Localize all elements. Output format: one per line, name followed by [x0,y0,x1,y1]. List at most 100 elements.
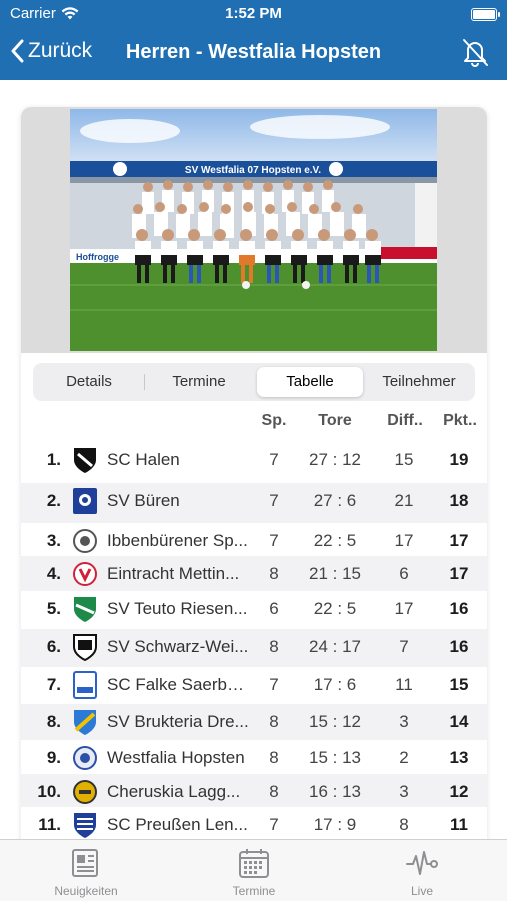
team-name: SV Brukteria Dre... [107,712,249,731]
points: 13 [449,748,469,767]
club-crest-icon [73,562,97,586]
segment-details[interactable]: Details [37,367,141,397]
goals: 15 : 13 [309,748,361,767]
rank: 3. [46,531,61,550]
games-played: 7 [269,531,279,550]
calendar-icon [239,849,269,878]
team-name: SC Halen [107,450,180,469]
team-name: Ibbenbürener Sp... [107,531,248,550]
team-name: Eintracht Mettin... [107,564,240,583]
segment-divider [144,374,145,390]
tab-live[interactable]: Live [362,846,482,898]
points: 16 [449,599,469,618]
points: 11 [450,815,468,834]
club-crest-icon [74,597,96,622]
team-name: Westfalia Hopsten [107,748,245,767]
clock: 1:52 PM [225,5,282,22]
goals: 17 : 6 [313,675,357,694]
bell-off-icon[interactable] [459,36,491,68]
team-name: SC Preußen Len... [107,815,248,834]
goal-difference: 15 [394,450,414,469]
club-crest-icon [73,634,97,661]
table-row[interactable]: 9. Westfalia Hopsten 8 15 : 13 2 13 [21,740,487,774]
points: 16 [449,637,469,656]
games-played: 8 [269,782,279,801]
goal-difference: 2 [399,748,409,767]
games-played: 8 [269,637,279,656]
status-bar: Carrier 1:52 PM [0,0,507,28]
club-crest-icon [74,813,96,838]
goals: 22 : 5 [313,531,357,550]
games-played: 6 [269,599,279,618]
club-crest-icon [73,780,97,804]
ad-board-text: Hoffrogge [76,252,119,262]
games-played: 7 [269,815,279,834]
team-card: SV Westfalia 07 Hopsten e.V. Hoffrogge D… [21,107,487,867]
goals: 15 : 12 [309,712,361,731]
table-row[interactable]: 1. SC Halen 7 27 : 12 15 19 [21,442,487,483]
goals: 21 : 15 [309,564,361,583]
games-played: 7 [269,450,279,469]
points: 18 [449,491,469,510]
header-pkt: Pkt.. [443,412,477,429]
tab-termine[interactable]: Termine [194,846,314,898]
table-row[interactable]: 8. SV Brukteria Dre... 8 15 : 12 3 14 [21,704,487,740]
goals: 17 : 9 [313,815,357,834]
table-row[interactable]: 11. SC Preußen Len... 7 17 : 9 8 11 [21,807,487,841]
pulse-icon [406,851,438,875]
club-crest-icon [74,448,96,473]
goal-difference: 17 [394,599,414,618]
header-diff: Diff.. [387,412,423,429]
team-name: SV Teuto Riesen... [107,599,248,618]
segment-teilnehmer[interactable]: Teilnehmer [367,367,471,397]
rank: 1. [46,450,61,469]
team-name: SC Falke Saerbe... [107,675,249,694]
games-played: 8 [269,712,279,731]
header-tore: Tore [318,412,352,429]
goal-difference: 3 [399,782,409,801]
tab-label: Termine [232,884,276,898]
team-photo: SV Westfalia 07 Hopsten e.V. Hoffrogge [70,109,437,351]
segment-tabelle[interactable]: Tabelle [257,367,363,397]
table-row[interactable]: 2. SV Büren 7 27 : 6 21 18 [21,483,487,523]
nav-row: Zurück Herren - Westfalia Hopsten [0,28,507,78]
goals: 24 : 17 [309,637,361,656]
goals: 27 : 12 [309,450,361,469]
goals: 27 : 6 [313,491,357,510]
table-row[interactable]: 4. Eintracht Mettin... 8 21 : 15 6 17 [21,556,487,591]
club-crest-icon [73,746,97,770]
team-name: SV Schwarz-Wei... [107,637,249,656]
rank: 11. [38,815,61,834]
club-crest-icon [74,710,96,735]
segmented-control: Details Termine Tabelle Teilnehmer [33,363,475,401]
table-row[interactable]: 6. SV Schwarz-Wei... 8 24 : 17 7 16 [21,629,487,667]
club-crest-icon [73,529,97,553]
table-row[interactable]: 5. SV Teuto Riesen... 6 22 : 5 17 16 [21,591,487,629]
games-played: 8 [269,748,279,767]
goal-difference: 11 [395,675,413,694]
table-row[interactable]: 3. Ibbenbürener Sp... 7 22 : 5 17 17 [21,523,487,556]
banner-text: SV Westfalia 07 Hopsten e.V. [185,165,321,176]
page-title: Herren - Westfalia Hopsten [125,41,382,63]
segment-termine[interactable]: Termine [147,367,251,397]
points: 17 [449,531,469,550]
goal-difference: 17 [394,531,414,550]
rank: 10. [37,782,61,801]
rank: 5. [46,599,61,618]
goal-difference: 7 [399,637,409,656]
points: 17 [449,564,469,583]
navigation-bar: Carrier 1:52 PM Zurück Herren - Westfali… [0,0,507,80]
rank: 6. [46,637,61,656]
table-row[interactable]: 10. Cheruskia Lagg... 8 16 : 13 3 12 [21,774,487,807]
goal-difference: 6 [399,564,409,583]
tab-bar: Neuigkeiten Termine Live [0,839,507,901]
points: 12 [449,782,469,801]
team-name: SV Büren [107,491,180,510]
tab-neuigkeiten[interactable]: Neuigkeiten [26,846,146,898]
team-photo-container: SV Westfalia 07 Hopsten e.V. Hoffrogge [21,107,487,353]
games-played: 8 [269,564,279,583]
rank: 7. [46,675,61,694]
games-played: 7 [269,491,279,510]
rank: 2. [46,491,61,510]
table-row[interactable]: 7. SC Falke Saerbe... 7 17 : 6 11 15 [21,667,487,704]
